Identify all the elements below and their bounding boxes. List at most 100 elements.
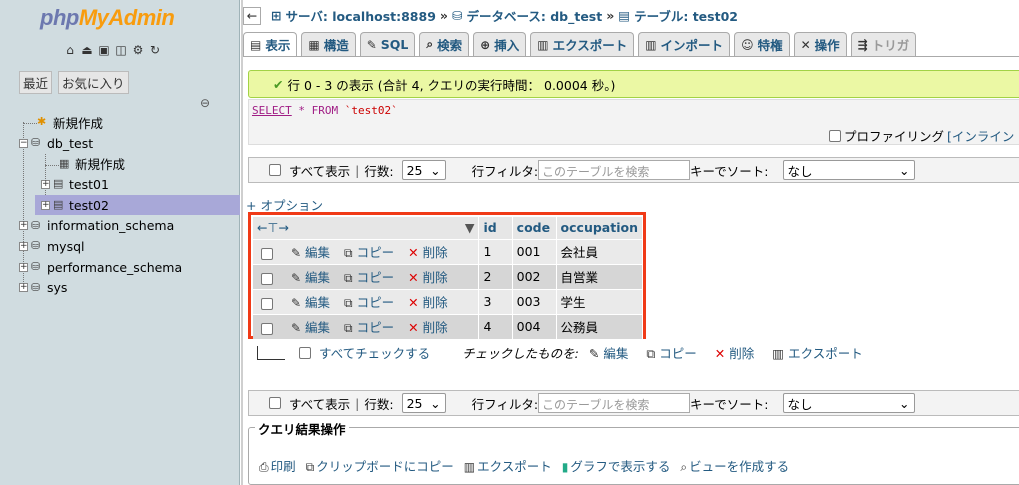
bulk-delete-button[interactable]: ✕ 削除 xyxy=(715,343,754,362)
tree-db-sys[interactable]: + ⛁ sys xyxy=(0,278,240,299)
tree-db-mysql[interactable]: + ⛁ mysql xyxy=(0,236,240,257)
tab-privileges[interactable]: ☺ 特権 xyxy=(734,32,790,56)
rows-label: 行数: xyxy=(364,163,394,179)
check-all-label[interactable]: すべてチェックする xyxy=(319,343,430,362)
edit-row-button[interactable]: ✎ 編集 xyxy=(291,320,330,335)
print-link[interactable]: ⎙ 印刷 xyxy=(259,456,296,475)
column-header-code[interactable]: code xyxy=(512,217,557,239)
cell-occupation[interactable]: 会社員 xyxy=(556,238,644,264)
tree-new-database[interactable]: ✱ 新規作成 xyxy=(0,112,240,133)
row-filter-input[interactable]: このテーブルを検索 xyxy=(538,393,691,413)
column-menu-dropdown-icon[interactable]: ▼ xyxy=(465,220,475,235)
tree-table-test01[interactable]: + ▤ test01 xyxy=(0,174,240,195)
row-checkbox[interactable] xyxy=(261,297,273,310)
rows-select[interactable]: 25 ⌄ xyxy=(401,393,446,413)
breadcrumb-database[interactable]: データベース: db_test xyxy=(466,6,602,25)
cell-occupation[interactable]: 公務員 xyxy=(556,313,644,339)
cell-code[interactable]: 002 xyxy=(512,263,557,289)
copy-to-clipboard-link[interactable]: ⧉ クリップボードにコピー xyxy=(306,456,454,475)
tree-db-test[interactable]: − ⛁ db_test xyxy=(0,133,240,154)
tab-triggers[interactable]: ⇶ トリガ xyxy=(850,32,917,56)
cell-code[interactable]: 001 xyxy=(512,238,557,264)
tab-export[interactable]: ▥ エクスポート xyxy=(530,32,635,56)
check-all-checkbox[interactable] xyxy=(299,346,311,359)
rows-select[interactable]: 25 ⌄ xyxy=(401,160,446,180)
link-icon[interactable]: ⊖ xyxy=(200,96,210,110)
copy-row-button[interactable]: ⧉ コピー xyxy=(344,245,394,260)
expand-icon[interactable]: + xyxy=(19,262,28,272)
tree-db-performance-schema[interactable]: + ⛁ performance_schema xyxy=(0,257,240,278)
favorites-tab[interactable]: お気に入り xyxy=(58,71,129,94)
sort-select[interactable]: なし ⌄ xyxy=(782,393,915,413)
phpmyadmin-logo[interactable]: phpMyAdmin xyxy=(40,5,175,31)
home-icon[interactable]: ⌂ xyxy=(63,43,77,57)
export-link[interactable]: ▥ エクスポート xyxy=(464,456,552,475)
edit-row-button[interactable]: ✎ 編集 xyxy=(291,270,330,285)
sql-keyword[interactable]: SELECT xyxy=(252,104,292,117)
expand-icon[interactable]: + xyxy=(41,200,50,210)
collapse-icon[interactable]: − xyxy=(19,138,28,148)
cell-code[interactable]: 004 xyxy=(512,313,557,339)
delete-row-button[interactable]: ✕ 削除 xyxy=(408,295,447,310)
expand-icon[interactable]: + xyxy=(19,283,28,293)
tab-insert[interactable]: ⊕ 挿入 xyxy=(473,32,527,56)
back-arrow-icon[interactable]: ← xyxy=(243,6,261,25)
recent-tab[interactable]: 最近 xyxy=(19,71,53,94)
result-table: ←⊤→ ▼ id code occupation ✎ 編集 ⧉ コピー ✕ 削除 xyxy=(253,217,644,339)
tab-browse[interactable]: ▤ 表示 xyxy=(243,32,298,56)
inline-edit-link[interactable]: [インライン xyxy=(947,126,1014,145)
row-checkbox[interactable] xyxy=(261,322,273,335)
sort-select[interactable]: なし ⌄ xyxy=(782,160,915,180)
display-chart-link[interactable]: ▮ グラフで表示する xyxy=(562,456,671,475)
tree-table-test02[interactable]: + ▤ test02 xyxy=(35,194,240,216)
delete-row-button[interactable]: ✕ 削除 xyxy=(408,270,447,285)
profiling-checkbox[interactable] xyxy=(829,129,841,142)
tree-db-information-schema[interactable]: + ⛁ information_schema xyxy=(0,215,240,236)
bulk-edit-button[interactable]: ✎ 編集 xyxy=(589,343,628,362)
tab-sql[interactable]: ✎ SQL xyxy=(359,32,416,56)
documentation-icon[interactable]: ◫ xyxy=(114,43,128,57)
query-window-icon[interactable]: ▣ xyxy=(97,43,111,57)
cell-occupation[interactable]: 自営業 xyxy=(556,263,644,289)
copy-row-button[interactable]: ⧉ コピー xyxy=(344,295,394,310)
show-all-checkbox[interactable] xyxy=(269,164,281,176)
column-resize-arrows-icon[interactable]: ←⊤→ xyxy=(257,220,289,235)
row-filter-input[interactable]: このテーブルを検索 xyxy=(538,160,691,180)
cell-code[interactable]: 003 xyxy=(512,288,557,314)
cell-id[interactable]: 3 xyxy=(478,288,513,314)
logout-icon[interactable]: ⏏ xyxy=(80,43,94,57)
tree-new-table[interactable]: ▦ 新規作成 xyxy=(0,153,240,174)
cell-occupation[interactable]: 学生 xyxy=(556,288,644,314)
column-header-occupation[interactable]: occupation xyxy=(556,217,644,239)
row-checkbox[interactable] xyxy=(261,247,273,260)
delete-row-button[interactable]: ✕ 削除 xyxy=(408,245,447,260)
bulk-export-button[interactable]: ▥ エクスポート xyxy=(772,343,862,362)
bulk-copy-button[interactable]: ⧉ コピー xyxy=(646,343,696,362)
cell-id[interactable]: 1 xyxy=(478,238,513,264)
edit-row-button[interactable]: ✎ 編集 xyxy=(291,295,330,310)
breadcrumb-table[interactable]: テーブル: test02 xyxy=(634,6,738,25)
show-all-checkbox[interactable] xyxy=(269,397,281,409)
cell-id[interactable]: 2 xyxy=(478,263,513,289)
delete-row-button[interactable]: ✕ 削除 xyxy=(408,320,447,335)
tab-structure[interactable]: ▦ 構造 xyxy=(301,32,356,56)
sql-query[interactable]: SELECT * FROM `test02` xyxy=(252,104,398,117)
query-results-operations: クエリ結果操作 ⎙ 印刷 ⧉ クリップボードにコピー ▥ エクスポート ▮ グラフで表示… xyxy=(248,419,1019,485)
edit-row-button[interactable]: ✎ 編集 xyxy=(291,245,330,260)
column-header-id[interactable]: id xyxy=(478,217,513,239)
delete-x-icon: ✕ xyxy=(408,295,419,310)
reload-icon[interactable]: ↻ xyxy=(148,43,162,57)
breadcrumb-server[interactable]: サーバ: localhost:8889 xyxy=(285,6,435,25)
copy-row-button[interactable]: ⧉ コピー xyxy=(344,320,394,335)
tab-import[interactable]: ▥ インポート xyxy=(638,32,731,56)
tab-search[interactable]: ⌕ 検索 xyxy=(419,32,470,56)
copy-row-button[interactable]: ⧉ コピー xyxy=(344,270,394,285)
expand-icon[interactable]: + xyxy=(41,179,50,189)
expand-icon[interactable]: + xyxy=(19,241,28,251)
create-view-link[interactable]: ⌕ ビューを作成する xyxy=(680,456,789,475)
tab-operations[interactable]: ✕ 操作 xyxy=(793,32,847,56)
row-checkbox[interactable] xyxy=(261,272,273,285)
settings-icon[interactable]: ⚙ xyxy=(131,43,145,57)
cell-id[interactable]: 4 xyxy=(478,313,513,339)
expand-icon[interactable]: + xyxy=(19,221,28,231)
